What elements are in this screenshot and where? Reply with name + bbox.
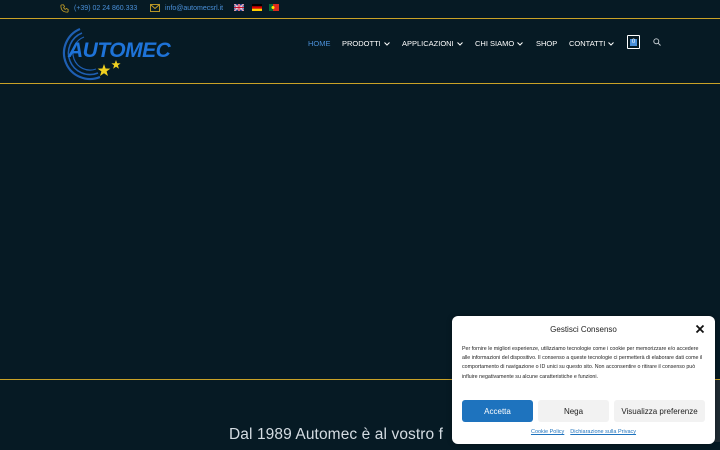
nav-shop-label: SHOP (536, 39, 558, 48)
logo-wordmark: AUTOMEC (67, 39, 172, 62)
cookie-consent-dialog: Gestisci Consenso Per fornire le miglior… (452, 316, 715, 444)
mail-icon (150, 4, 160, 12)
cart-button[interactable]: 0 (627, 35, 640, 49)
privacy-link[interactable]: Dichiarazione sulla Privacy (570, 429, 636, 435)
flag-uk-icon[interactable] (234, 4, 244, 11)
consent-links: Cookie Policy Dichiarazione sulla Privac… (452, 429, 715, 435)
phone-number[interactable]: (+39) 02 24 860.333 (74, 5, 137, 12)
accept-button[interactable]: Accetta (462, 400, 533, 422)
email-address[interactable]: info@automecsrl.it (165, 5, 223, 12)
flag-pt-icon[interactable] (269, 4, 279, 11)
nav-chi-siamo-label: CHI SIAMO (475, 39, 515, 48)
nav-prodotti[interactable]: PRODOTTI (342, 39, 390, 48)
cart-count: 0 (630, 39, 637, 46)
nav-chi-siamo[interactable]: CHI SIAMO (475, 39, 524, 48)
top-bar: (+39) 02 24 860.333 info@automecsrl.it (0, 0, 720, 19)
nav-prodotti-label: PRODOTTI (342, 39, 381, 48)
nav-shop[interactable]: SHOP (536, 39, 557, 48)
chevron-down-icon (608, 41, 615, 46)
site-header: AUTOMEC HOME PRODOTTI APPLICAZIONI CHI S… (0, 20, 720, 84)
flag-de-icon[interactable] (252, 4, 262, 11)
view-preferences-button[interactable]: Visualizza preferenze (614, 400, 705, 422)
consent-title: Gestisci Consenso (550, 325, 617, 334)
automec-logo[interactable]: AUTOMEC (58, 23, 188, 81)
chevron-down-icon (383, 41, 390, 46)
phone-contact[interactable]: (+39) 02 24 860.333 (60, 4, 137, 13)
close-icon[interactable] (695, 324, 705, 334)
nav-home-label: HOME (308, 39, 331, 48)
nav-applicazioni-label: APPLICAZIONI (402, 39, 454, 48)
chevron-down-icon (517, 41, 524, 46)
nav-contatti[interactable]: CONTATTI (569, 39, 615, 48)
phone-icon (60, 4, 69, 13)
nav-applicazioni[interactable]: APPLICAZIONI (402, 39, 463, 48)
cookie-policy-link[interactable]: Cookie Policy (531, 429, 564, 435)
nav-home[interactable]: HOME (308, 39, 331, 48)
search-icon[interactable] (653, 38, 661, 46)
deny-button[interactable]: Nega (538, 400, 609, 422)
nav-contatti-label: CONTATTI (569, 39, 606, 48)
chevron-down-icon (456, 41, 463, 46)
consent-message: Per fornire le migliori esperienze, util… (462, 346, 703, 380)
email-contact[interactable]: info@automecsrl.it (150, 4, 223, 12)
hero-tagline: Dal 1989 Automec è al vostro f (229, 426, 444, 443)
